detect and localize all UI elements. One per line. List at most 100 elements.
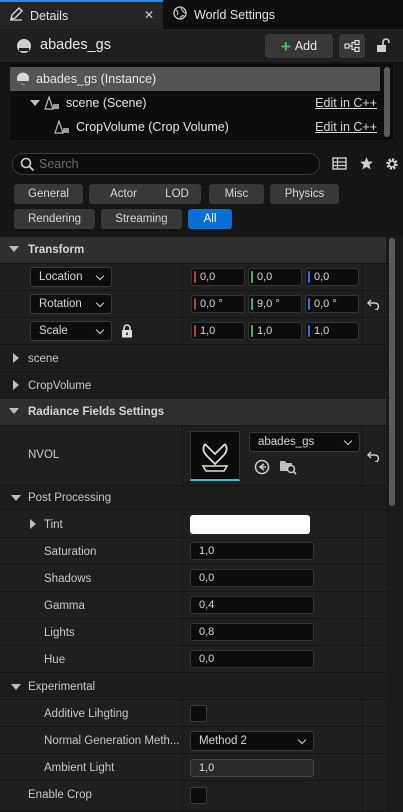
tab-world-settings[interactable]: World Settings [164,0,314,29]
property-label: Enable Crop [28,789,92,801]
edit-in-cpp-link[interactable]: Edit in C++ [315,96,377,110]
close-icon[interactable]: ✕ [144,8,154,22]
column-divider [182,264,183,291]
collapse-arrow-icon[interactable] [30,100,40,106]
column-divider [182,291,183,318]
category-transform[interactable]: Transform [0,237,386,263]
scale-mode-dropdown[interactable]: Scale [30,321,112,341]
search-input[interactable] [39,155,309,173]
blueprint-button[interactable] [339,34,365,58]
expand-arrow-icon[interactable] [13,380,19,390]
expand-arrow-icon[interactable] [30,519,36,529]
pencil-icon [6,7,26,24]
component-row-cropvolume[interactable]: CropVolume [0,371,386,398]
expand-arrow-icon[interactable] [13,353,19,363]
hue-field[interactable]: 0,0 [190,650,314,668]
filter-general[interactable]: General [14,184,83,204]
tree-item-scene[interactable]: scene (Scene) Edit in C++ [10,91,380,115]
chevron-down-icon [343,436,353,446]
column-divider [182,538,183,565]
gamma-field[interactable]: 0,4 [190,596,314,614]
location-z-field[interactable]: 0,0 [305,268,359,286]
saturation-field[interactable]: 1,0 [190,542,314,560]
property-row-ambient-light: Ambient Light 1,0 [0,753,386,781]
subcategory-title: Post Processing [28,492,112,504]
gear-icon[interactable] [384,156,400,172]
filter-rendering[interactable]: Rendering [14,209,95,229]
property-label: Ambient Light [44,762,115,774]
rotation-y-field[interactable]: 9,0 ° [248,295,302,313]
column-divider [362,538,363,565]
add-button-label: Add [294,39,318,53]
column-divider [182,426,183,486]
scale-x-field[interactable]: 1,0 [191,322,245,340]
location-mode-dropdown[interactable]: Location [30,267,112,287]
location-x-field[interactable]: 0,0 [191,268,245,286]
ambient-light-field[interactable]: 1,0 [190,759,314,777]
scale-z-field[interactable]: 1,0 [305,322,359,340]
star-icon[interactable] [359,156,374,171]
rotation-x-field[interactable]: 0,0 ° [191,295,245,313]
enable-crop-checkbox[interactable] [190,787,207,804]
asset-thumbnail[interactable] [190,431,240,481]
column-divider [362,754,363,781]
subcategory-post-processing[interactable]: Post Processing [0,485,386,510]
browse-asset-icon[interactable] [279,458,297,475]
property-row-normal-generation: Normal Generation Meth... Method 2 [0,726,386,754]
panel-scrollbar[interactable] [389,238,395,506]
normal-generation-dropdown[interactable]: Method 2 [190,731,314,751]
filter-physics[interactable]: Physics [270,184,339,204]
column-divider [362,511,363,538]
component-row-scene[interactable]: scene [0,344,386,371]
additive-lighting-checkbox[interactable] [190,705,207,722]
scene-component-icon [54,120,69,134]
column-divider [182,754,183,781]
edit-in-cpp-link[interactable]: Edit in C++ [315,120,377,134]
add-component-button[interactable]: + Add [265,34,333,58]
scale-y-field[interactable]: 1,0 [248,322,302,340]
search-box[interactable] [12,153,320,175]
dropdown-value: Method 2 [199,735,247,747]
column-divider [182,565,183,592]
tab-details[interactable]: Details ✕ [0,0,163,29]
unlock-icon[interactable] [376,38,390,56]
filter-lod[interactable]: LOD [153,184,201,204]
column-divider [362,781,363,811]
category-radiance-fields[interactable]: Radiance Fields Settings [0,399,386,425]
subcategory-experimental[interactable]: Experimental [0,672,386,699]
property-matrix-icon[interactable] [332,156,347,171]
details-header: abades_gs + Add [0,29,403,62]
rotation-z-field[interactable]: 0,0 ° [305,295,359,313]
filter-misc[interactable]: Misc [209,184,264,204]
filter-streaming[interactable]: Streaming [101,209,182,229]
use-selected-asset-icon[interactable] [254,459,270,475]
category-title: Transform [28,244,85,256]
tab-world-settings-label: World Settings [194,7,276,22]
lights-field[interactable]: 0,8 [190,623,314,641]
reset-to-default-icon[interactable] [367,298,380,310]
tree-item-cropvolume[interactable]: CropVolume (Crop Volume) Edit in C++ [10,115,380,139]
location-y-field[interactable]: 0,0 [248,268,302,286]
column-divider [182,700,183,727]
reset-to-default-icon[interactable] [367,450,380,462]
rotation-mode-dropdown[interactable]: Rotation [30,294,112,314]
shadows-field[interactable]: 0,0 [190,569,314,587]
tree-scrollbar[interactable] [384,67,390,137]
property-row-lights: Lights 0,8 [0,618,386,646]
actor-icon [17,72,29,85]
tree-item-label: scene (Scene) [66,96,147,110]
column-divider [182,646,183,673]
property-row-hue: Hue 0,0 [0,645,386,673]
lock-icon[interactable] [121,324,133,338]
filter-actor[interactable]: Actor [89,184,158,204]
hierarchy-icon [344,40,360,52]
tree-item-instance[interactable]: abades_gs (Instance) [10,67,380,91]
asset-name: abades_gs [258,436,315,448]
column-divider [182,727,183,754]
tint-color-swatch[interactable] [190,515,310,534]
property-label: Saturation [44,546,97,558]
filter-all[interactable]: All [188,209,232,229]
column-divider [362,318,363,345]
asset-picker-dropdown[interactable]: abades_gs [249,432,360,452]
column-divider [362,619,363,646]
